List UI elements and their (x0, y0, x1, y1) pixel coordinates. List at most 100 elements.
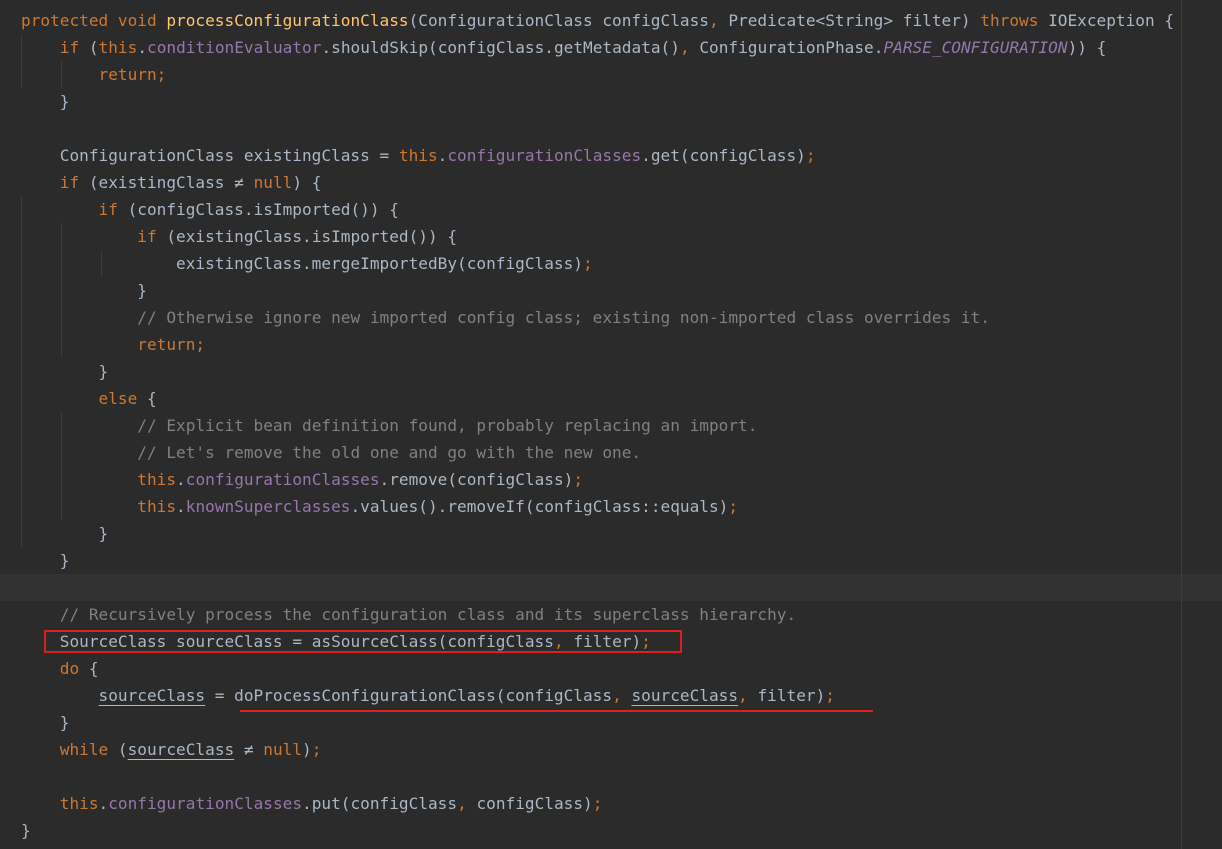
code-token: } (21, 821, 31, 840)
code-line[interactable]: this.configurationClasses.remove(configC… (0, 466, 1222, 493)
code-line[interactable]: else { (0, 385, 1222, 412)
indent-guide (21, 520, 22, 547)
code-token: conditionEvaluator (147, 38, 322, 57)
indent-guide (61, 304, 62, 331)
indent-guide (21, 439, 22, 466)
indent-guide (21, 304, 22, 331)
code-line[interactable]: } (0, 709, 1222, 736)
code-token: if (59, 38, 89, 57)
code-line[interactable]: if (existingClass.isImported()) { (0, 223, 1222, 250)
code-line[interactable]: } (0, 520, 1222, 547)
code-token: .put(configClass (302, 794, 458, 813)
indent-guide (61, 439, 62, 466)
code-line[interactable]: protected void processConfigurationClass… (0, 7, 1222, 34)
code-token: ≠ (234, 740, 264, 759)
code-line[interactable]: if (existingClass ≠ null) { (0, 169, 1222, 196)
code-token: ; (592, 794, 603, 813)
code-line[interactable]: if (configClass.isImported()) { (0, 196, 1222, 223)
code-token: IOException { (1048, 11, 1175, 30)
code-token: configClass) (476, 794, 593, 813)
code-editor[interactable]: protected void processConfigurationClass… (0, 0, 1222, 849)
code-token: configurationClasses (447, 146, 642, 165)
indent-guide (21, 466, 22, 493)
code-area[interactable]: protected void processConfigurationClass… (0, 7, 1222, 844)
code-line[interactable]: } (0, 277, 1222, 304)
code-line[interactable]: } (0, 547, 1222, 574)
code-token: sourceClass (98, 686, 206, 705)
code-line[interactable]: } (0, 358, 1222, 385)
code-token: while (59, 740, 118, 759)
indent-guide (61, 466, 62, 493)
code-line[interactable]: // Recursively process the configuration… (0, 601, 1222, 628)
indent-guide (21, 34, 22, 61)
code-token: . (137, 38, 148, 57)
code-token: sourceClass (631, 686, 739, 705)
code-token: this (137, 497, 177, 516)
code-token: (existingClass ≠ (88, 173, 254, 192)
code-line[interactable]: ConfigurationClass existingClass = this.… (0, 142, 1222, 169)
code-token: this (59, 794, 99, 813)
code-token: ; (805, 146, 816, 165)
code-token: if (137, 227, 167, 246)
indent-guide (61, 61, 62, 88)
code-line[interactable]: if (this.conditionEvaluator.shouldSkip(c… (0, 34, 1222, 61)
code-line[interactable]: // Let's remove the old one and go with … (0, 439, 1222, 466)
code-token: } (21, 92, 70, 111)
indent-guide (21, 61, 22, 88)
code-line[interactable]: } (0, 88, 1222, 115)
code-line[interactable]: this.knownSuperclasses.values().removeIf… (0, 493, 1222, 520)
indent-guide (21, 358, 22, 385)
code-line[interactable] (0, 115, 1222, 142)
code-token: . (176, 497, 186, 516)
indent-guide (61, 412, 62, 439)
indent-guide (21, 412, 22, 439)
indent-guide (21, 331, 22, 358)
code-line[interactable]: sourceClass = doProcessConfigurationClas… (0, 682, 1222, 709)
code-line[interactable]: return; (0, 61, 1222, 88)
code-token: ConfigurationClass existingClass = (21, 146, 399, 165)
code-token: ; (573, 470, 584, 489)
code-line[interactable]: this.configurationClasses.put(configClas… (0, 790, 1222, 817)
code-line[interactable]: while (sourceClass ≠ null); (0, 736, 1222, 763)
code-line[interactable]: return; (0, 331, 1222, 358)
code-token: ) (302, 740, 312, 759)
code-token: } (21, 524, 109, 543)
code-token: null (253, 173, 293, 192)
code-line[interactable]: do { (0, 655, 1222, 682)
code-token: ( (117, 740, 128, 759)
code-line[interactable] (0, 763, 1222, 790)
code-line[interactable]: existingClass.mergeImportedBy(configClas… (0, 250, 1222, 277)
indent-guide (21, 277, 22, 304)
code-token: null (263, 740, 303, 759)
code-token: , (679, 38, 700, 57)
code-token: sourceClass (127, 740, 235, 759)
code-token: this (398, 146, 438, 165)
code-line[interactable] (0, 574, 1222, 601)
code-line[interactable]: } (0, 817, 1222, 844)
code-line[interactable]: // Explicit bean definition found, proba… (0, 412, 1222, 439)
code-token: // Recursively process the configuration… (59, 605, 797, 624)
code-token: configurationClasses (185, 470, 380, 489)
code-token: )) { (1067, 38, 1107, 57)
code-token: , (612, 686, 632, 705)
code-token: // Let's remove the old one and go with … (137, 443, 642, 462)
code-token: Predicate<String> filter) (728, 11, 981, 30)
code-token: } (21, 281, 147, 300)
code-token: } (21, 362, 109, 381)
indent-guide (61, 250, 62, 277)
code-token: if (98, 200, 128, 219)
code-token: , (457, 794, 477, 813)
code-token: return; (98, 65, 167, 84)
code-token: knownSuperclasses (185, 497, 351, 516)
code-line[interactable]: // Otherwise ignore new imported config … (0, 304, 1222, 331)
code-token: = doProcessConfigurationClass(configClas… (205, 686, 613, 705)
